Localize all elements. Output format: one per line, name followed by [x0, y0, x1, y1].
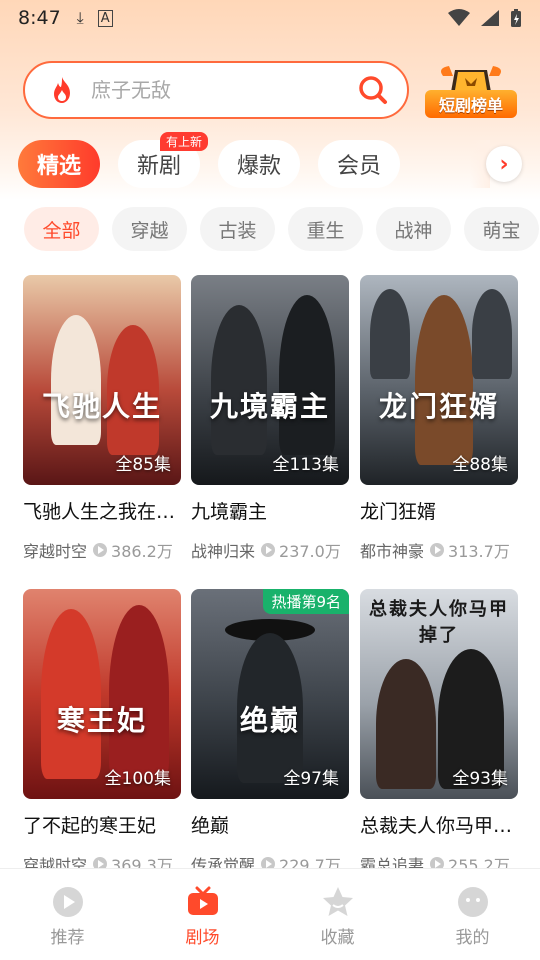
- drama-ranking-button[interactable]: 短剧榜单: [425, 62, 517, 120]
- drama-title[interactable]: 了不起的寒王妃: [23, 811, 183, 838]
- nav-favorites[interactable]: 收藏: [270, 869, 405, 960]
- drama-poster[interactable]: 龙门狂婿 全88集: [360, 275, 518, 485]
- nav-recommend[interactable]: 推荐: [0, 869, 135, 960]
- play-count-icon: [93, 543, 108, 557]
- poster-title: 总裁夫人你马甲掉了: [369, 599, 509, 646]
- drama-title[interactable]: 绝巅: [191, 811, 351, 838]
- battery-icon: [511, 9, 521, 27]
- main-tabs: 精选 新剧 有上新 爆款 会员: [0, 132, 540, 188]
- tab-label: 爆款: [236, 154, 281, 179]
- drama-poster[interactable]: 绝巅 热播第9名 全97集: [191, 589, 349, 799]
- tv-icon: [187, 886, 218, 915]
- drama-card[interactable]: 绝巅 热播第9名 全97集 绝巅 传承觉醒 229.7万: [191, 589, 349, 876]
- play-count-icon: [430, 543, 445, 557]
- poster-figure: [279, 295, 335, 455]
- category-all[interactable]: 全部: [24, 207, 99, 251]
- episode-count: 全93集: [452, 769, 508, 789]
- wifi-icon: [448, 9, 470, 26]
- fire-icon: [54, 77, 70, 103]
- poster-title: 寒王妃: [56, 704, 147, 737]
- drama-meta: 都市神豪 313.7万: [360, 538, 518, 562]
- nav-label: 剧场: [185, 928, 220, 948]
- tab-label: 新剧: [136, 154, 181, 179]
- drama-title[interactable]: 总裁夫人你马甲…: [360, 811, 520, 838]
- tab-label: 会员: [336, 154, 381, 179]
- poster-figure: [41, 609, 101, 779]
- poster-figure: [376, 659, 436, 789]
- category-time-travel[interactable]: 穿越: [112, 207, 187, 251]
- chevron-right-icon[interactable]: ›: [486, 146, 522, 182]
- nav-profile[interactable]: 我的: [405, 869, 540, 960]
- search-bar[interactable]: [23, 61, 409, 119]
- download-icon: ⤓: [76, 8, 84, 27]
- new-badge: 有上新: [159, 132, 208, 151]
- view-count: 313.7万: [448, 542, 510, 561]
- poster-title: 飞驰人生: [41, 390, 162, 423]
- poster-figure: [472, 289, 512, 379]
- episode-count: 全113集: [272, 455, 339, 475]
- episode-count: 全85集: [115, 455, 171, 475]
- drama-title[interactable]: 飞驰人生之我在…: [23, 497, 183, 524]
- view-count: 386.2万: [111, 542, 173, 561]
- drama-poster[interactable]: 总裁夫人你马甲掉了 全93集: [360, 589, 518, 799]
- drama-card[interactable]: 飞驰人生 全85集 飞驰人生之我在… 穿越时空 386.2万: [23, 275, 181, 562]
- drama-card[interactable]: 寒王妃 全100集 了不起的寒王妃 穿越时空 369.3万: [23, 589, 181, 876]
- poster-figure: [109, 605, 169, 779]
- drama-title[interactable]: 九境霸主: [191, 497, 351, 524]
- poster-title: 绝巅: [239, 704, 300, 737]
- poster-figure: [51, 315, 101, 445]
- ranking-label: 短剧榜单: [425, 90, 517, 118]
- episode-count: 全100集: [104, 769, 171, 789]
- drama-genre: 穿越时空: [23, 542, 88, 561]
- search-input[interactable]: [91, 78, 357, 102]
- nav-label: 推荐: [50, 928, 85, 948]
- a-icon: A: [97, 9, 113, 27]
- poster-title: 龙门狂婿: [378, 390, 499, 423]
- nav-label: 我的: [455, 928, 490, 948]
- search-icon[interactable]: [357, 74, 389, 106]
- view-count: 237.0万: [279, 542, 341, 561]
- drama-genre: 战神归来: [191, 542, 256, 561]
- drama-title[interactable]: 龙门狂婿: [360, 497, 520, 524]
- tab-label: 精选: [36, 154, 81, 179]
- category-rebirth[interactable]: 重生: [288, 207, 363, 251]
- bottom-nav: 推荐 剧场 收藏 我的: [0, 868, 540, 960]
- category-cute-baby[interactable]: 萌宝: [464, 207, 539, 251]
- play-count-icon: [261, 543, 276, 557]
- signal-icon: [481, 10, 499, 26]
- poster-figure: [211, 305, 267, 455]
- drama-card[interactable]: 总裁夫人你马甲掉了 全93集 总裁夫人你马甲… 霸总追妻 255.2万: [360, 589, 518, 876]
- profile-icon: [457, 887, 488, 917]
- status-time: 8:47: [18, 7, 61, 29]
- tab-vip[interactable]: 会员: [318, 140, 400, 188]
- category-filter: 全部 穿越 古装 重生 战神 萌宝: [0, 207, 540, 251]
- star-icon: [322, 887, 353, 916]
- poster-figure: [415, 295, 473, 465]
- tab-featured[interactable]: 精选: [18, 140, 100, 188]
- tab-hits[interactable]: 爆款: [218, 140, 300, 188]
- drama-meta: 战神归来 237.0万: [191, 538, 349, 562]
- drama-card[interactable]: 九境霸主 全113集 九境霸主 战神归来 237.0万: [191, 275, 349, 562]
- drama-genre: 都市神豪: [360, 542, 425, 561]
- drama-meta: 穿越时空 386.2万: [23, 538, 181, 562]
- drama-poster[interactable]: 飞驰人生 全85集: [23, 275, 181, 485]
- poster-title: 九境霸主: [209, 390, 330, 423]
- play-circle-icon: [52, 887, 83, 917]
- status-bar: 8:47 ⤓ A: [0, 0, 540, 36]
- nav-theater[interactable]: 剧场: [135, 869, 270, 960]
- category-war-god[interactable]: 战神: [376, 207, 451, 251]
- drama-poster[interactable]: 寒王妃 全100集: [23, 589, 181, 799]
- hot-rank-badge: 热播第9名: [263, 589, 349, 614]
- drama-card[interactable]: 龙门狂婿 全88集 龙门狂婿 都市神豪 313.7万: [360, 275, 518, 562]
- poster-figure: [370, 289, 410, 379]
- tab-new[interactable]: 新剧 有上新: [118, 132, 208, 188]
- nav-label: 收藏: [320, 928, 355, 948]
- episode-count: 全97集: [283, 769, 339, 789]
- episode-count: 全88集: [452, 455, 508, 475]
- category-costume[interactable]: 古装: [200, 207, 275, 251]
- drama-poster[interactable]: 九境霸主 全113集: [191, 275, 349, 485]
